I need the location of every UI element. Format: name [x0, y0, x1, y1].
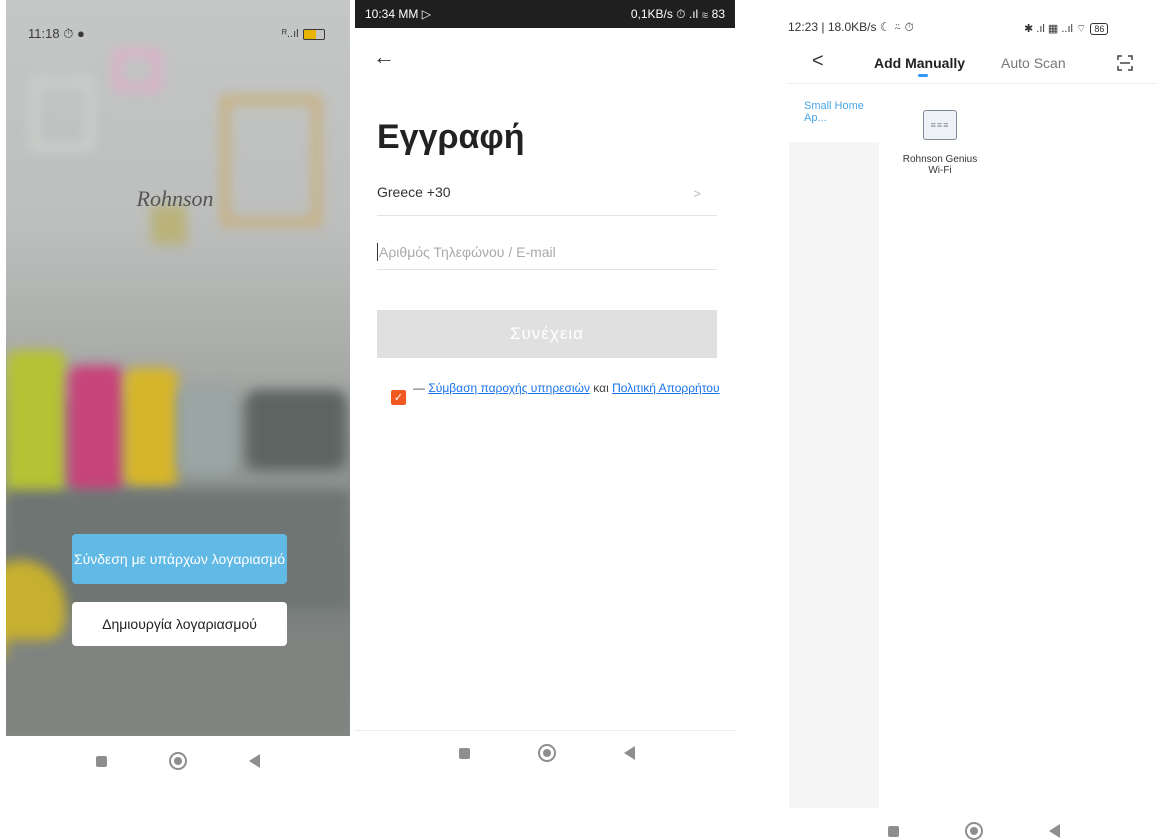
back-triangle-icon[interactable]	[1049, 824, 1060, 838]
recents-icon[interactable]	[888, 825, 899, 837]
network-status-text: 0,1KB/s ⏱ .ıl ≋ 83	[630, 6, 725, 21]
time-text: 11:18	[28, 26, 60, 41]
phone-email-placeholder: Αριθμός Τηλεφώνου / E-mail	[379, 243, 556, 260]
back-triangle-icon[interactable]	[624, 746, 635, 760]
back-chevron-icon[interactable]: <	[812, 50, 824, 73]
system-nav-bar	[96, 752, 260, 770]
page-title: Εγγραφή	[377, 118, 525, 156]
recents-icon[interactable]	[96, 755, 107, 767]
chevron-right-icon: >	[693, 186, 701, 201]
welcome-screen: 11:18 ⏱ ● ᴿ..ıl Rohnson Σύνδεση με υπάρχ…	[0, 0, 350, 840]
back-triangle-icon[interactable]	[249, 754, 260, 768]
country-selector[interactable]: Greece +30 >	[377, 184, 717, 216]
privacy-policy-link[interactable]: Πολιτική Απορρήτου	[612, 381, 719, 395]
device-tile[interactable]: ≡≡≡ Rohnson Genius Wi-Fi	[900, 110, 980, 176]
heater-device-icon: ≡≡≡	[923, 110, 957, 140]
active-tab-indicator	[918, 74, 928, 77]
battery-icon: 86	[1090, 23, 1109, 35]
register-screen: 10:34 MM ▷ 0,1KB/s ⏱ .ıl ≋ 83 ← Εγγραφή …	[355, 0, 735, 840]
header-divider	[788, 83, 1156, 84]
status-icons: ⏱ ●	[63, 26, 85, 41]
home-icon[interactable]	[169, 752, 187, 770]
recents-icon[interactable]	[459, 747, 470, 759]
terms-conjunction: και	[589, 381, 613, 395]
continue-button[interactable]: Συνέχεια	[377, 310, 717, 358]
status-time: 11:18 ⏱ ●	[28, 26, 85, 42]
status-signal: ᴿ..ıl	[282, 28, 325, 40]
battery-icon	[302, 28, 325, 40]
signal-icon: ᴿ..ıl	[282, 28, 299, 40]
back-arrow-icon[interactable]: ←	[373, 44, 395, 70]
text-cursor	[377, 242, 378, 261]
signal-icons: ✱ .ıl ▦ ..ıl ⌔	[1024, 23, 1087, 35]
home-icon[interactable]	[538, 744, 556, 762]
status-left: 12:23 | 18.0KB/s ☾ ⍨ ⏱	[788, 20, 914, 34]
system-nav-bar	[888, 822, 1060, 840]
terms-prefix: —	[413, 381, 429, 395]
time-text: 10:34 MM ▷	[365, 7, 431, 21]
login-existing-account-button[interactable]: Σύνδεση με υπάρχων λογαριασμό	[72, 534, 287, 584]
tab-add-manually[interactable]: Add Manually	[874, 55, 965, 71]
category-sidebar: Small Home Ap...	[789, 88, 879, 808]
create-account-button[interactable]: Δημιουργία λογαριασμού	[72, 602, 287, 646]
scan-qr-icon[interactable]	[1117, 55, 1133, 71]
country-value: Greece +30	[377, 184, 451, 200]
category-small-home-appliances[interactable]: Small Home Ap...	[789, 88, 879, 142]
phone-email-input[interactable]: Αριθμός Τηλεφώνου / E-mail	[377, 234, 717, 270]
agree-checkbox[interactable]: ✓	[391, 390, 406, 405]
status-right: ✱ .ıl ▦ ..ıl ⌔ 86	[1024, 22, 1109, 36]
add-device-screen: 12:23 | 18.0KB/s ☾ ⍨ ⏱ ✱ .ıl ▦ ..ıl ⌔ 86…	[740, 0, 1156, 840]
tab-auto-scan[interactable]: Auto Scan	[1001, 55, 1066, 71]
system-nav-bar	[459, 744, 635, 762]
terms-text: — Σύμβαση παροχής υπηρεσιών και Πολιτική…	[413, 381, 723, 395]
home-icon[interactable]	[965, 822, 983, 840]
service-agreement-link[interactable]: Σύμβαση παροχής υπηρεσιών	[428, 381, 590, 395]
brand-logo: Rohnson	[136, 186, 214, 211]
nav-divider	[355, 730, 735, 731]
device-name: Rohnson Genius Wi-Fi	[902, 154, 978, 176]
status-bar: 10:34 MM ▷ 0,1KB/s ⏱ .ıl ≋ 83	[355, 0, 735, 28]
